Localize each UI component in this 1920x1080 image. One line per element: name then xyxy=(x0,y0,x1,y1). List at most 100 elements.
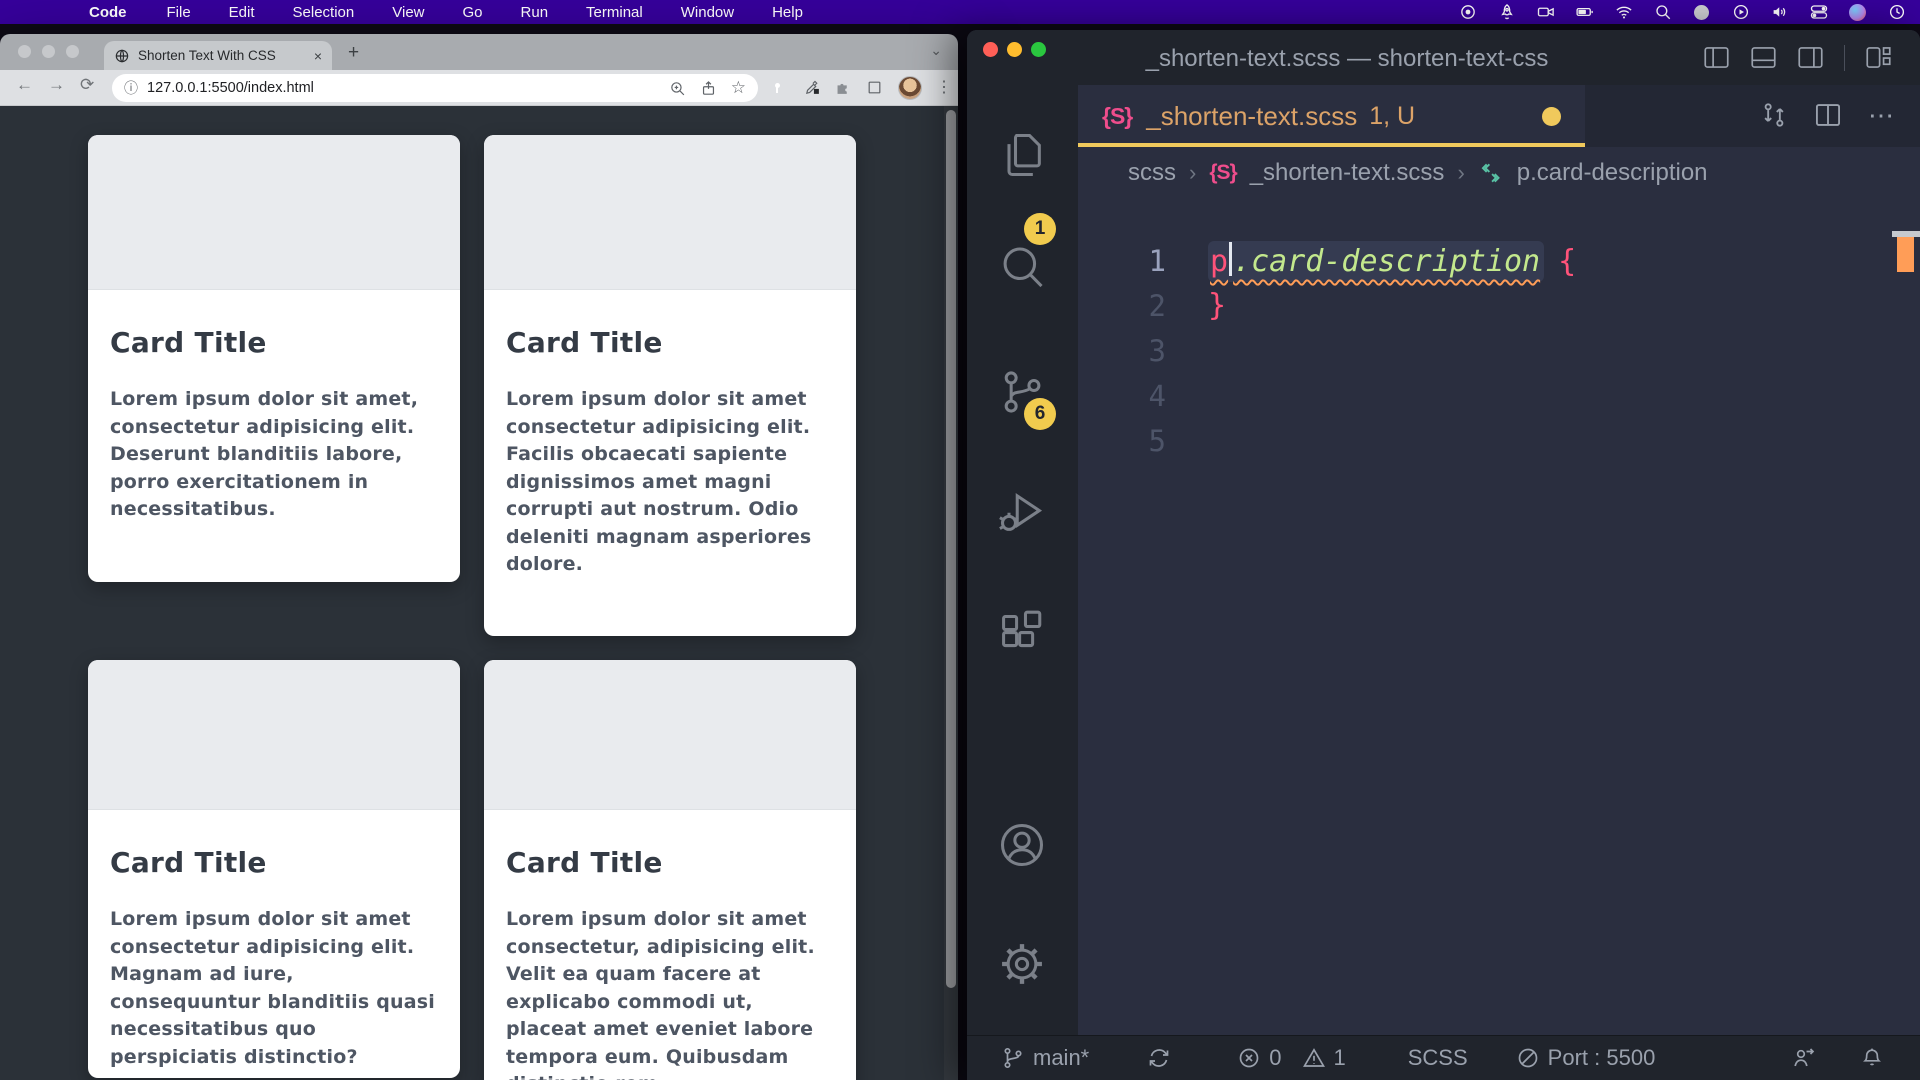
problems-status[interactable]: 0 1 xyxy=(1237,1045,1346,1071)
language-mode-status[interactable]: SCSS xyxy=(1408,1045,1468,1071)
tab-strip-chevron-icon[interactable]: ⌄ xyxy=(930,42,942,59)
line-number: 1 xyxy=(1078,244,1166,278)
menu-item-file[interactable]: File xyxy=(148,4,210,21)
menu-item-go[interactable]: Go xyxy=(444,4,502,21)
menu-item-terminal[interactable]: Terminal xyxy=(567,4,662,21)
code-line[interactable]: 2 } xyxy=(1078,283,1920,328)
forward-button[interactable]: → xyxy=(48,75,65,95)
wifi-icon[interactable] xyxy=(1614,3,1633,22)
tab-problems-git-decoration: 1, U xyxy=(1369,102,1415,131)
back-button[interactable]: ← xyxy=(16,75,33,95)
menu-item-view[interactable]: View xyxy=(373,4,443,21)
video-camera-icon[interactable] xyxy=(1536,3,1555,22)
toggle-panel-icon[interactable] xyxy=(1750,44,1777,71)
editor-tab[interactable]: {S} _shorten-text.scss 1, U xyxy=(1078,85,1585,147)
clock-icon[interactable] xyxy=(1887,3,1906,22)
vscode-window: _shorten-text.scss — shorten-text-css 1 … xyxy=(967,30,1920,1080)
minimize-window-button[interactable] xyxy=(42,45,55,58)
git-branch-status[interactable]: main* xyxy=(1001,1045,1089,1071)
browser-tab[interactable]: Shorten Text With CSS × xyxy=(104,41,332,70)
battery-icon[interactable] xyxy=(1575,3,1594,22)
code-token-selector: .card-description xyxy=(1233,244,1540,279)
overview-ruler-warning-mark xyxy=(1897,237,1914,272)
bookmark-star-icon[interactable]: ☆ xyxy=(731,78,746,98)
code-line[interactable]: 1 p.card-description{ xyxy=(1078,238,1920,283)
screenshot-extension-icon[interactable] xyxy=(866,79,883,96)
sync-changes-button[interactable] xyxy=(1147,1046,1171,1070)
account-icon[interactable] xyxy=(996,819,1048,871)
spotlight-search-icon[interactable] xyxy=(1653,3,1672,22)
settings-gear-icon[interactable] xyxy=(996,938,1048,990)
extensions-puzzle-icon[interactable] xyxy=(834,79,851,96)
line-number: 5 xyxy=(1078,424,1166,458)
macos-menu-bar: Code File Edit Selection View Go Run Ter… xyxy=(0,0,1920,24)
menu-item-window[interactable]: Window xyxy=(662,4,753,21)
close-window-button[interactable] xyxy=(18,45,31,58)
code-token-close-brace: } xyxy=(1208,288,1226,323)
vscode-traffic-lights[interactable] xyxy=(983,42,1046,57)
menu-item-run[interactable]: Run xyxy=(502,4,568,21)
zoom-page-icon[interactable] xyxy=(669,80,686,97)
rocket-icon[interactable] xyxy=(1497,3,1516,22)
scrollbar-thumb[interactable] xyxy=(946,110,956,988)
split-editor-icon[interactable] xyxy=(1814,101,1842,129)
run-debug-icon[interactable] xyxy=(996,485,1048,537)
scrollbar-track[interactable] xyxy=(944,106,958,1080)
browser-window: Shorten Text With CSS × + ⌄ ← → ⟳ ⓘ 127.… xyxy=(0,34,958,1080)
code-line[interactable]: 5 xyxy=(1078,418,1920,463)
errors-icon xyxy=(1237,1046,1261,1070)
vscode-title-bar: _shorten-text.scss — shorten-text-css xyxy=(967,30,1920,85)
sass-file-icon: {S} xyxy=(1209,161,1236,185)
eyedropper-extension-icon[interactable] xyxy=(804,79,821,96)
breadcrumb-file[interactable]: _shorten-text.scss xyxy=(1250,159,1445,187)
browser-traffic-lights[interactable] xyxy=(18,45,79,58)
zoom-window-button[interactable] xyxy=(66,45,79,58)
address-bar[interactable]: ⓘ 127.0.0.1:5500/index.html ☆ xyxy=(112,74,758,102)
share-icon[interactable] xyxy=(700,80,717,97)
explorer-icon[interactable] xyxy=(996,129,1048,181)
browser-menu-button[interactable]: ⋮ xyxy=(936,77,952,97)
play-status-icon[interactable] xyxy=(1731,3,1750,22)
menu-item-selection[interactable]: Selection xyxy=(274,4,374,21)
notifications-bell-icon[interactable] xyxy=(1860,1046,1884,1070)
tab-close-button[interactable]: × xyxy=(314,48,322,64)
customize-layout-icon[interactable] xyxy=(1865,44,1892,71)
globe-favicon xyxy=(114,48,130,64)
siri-icon[interactable] xyxy=(1848,3,1867,22)
close-window-button[interactable] xyxy=(983,42,998,57)
zoom-window-button[interactable] xyxy=(1031,42,1046,57)
menu-item-code[interactable]: Code xyxy=(68,4,148,21)
source-control-badge: 6 xyxy=(1024,398,1056,430)
reload-button[interactable]: ⟳ xyxy=(80,75,94,95)
screen-record-icon[interactable] xyxy=(1458,3,1477,22)
feedback-icon[interactable] xyxy=(1792,1046,1816,1070)
activity-bar: 1 6 xyxy=(967,85,1078,1065)
code-line[interactable]: 4 xyxy=(1078,373,1920,418)
volume-icon[interactable] xyxy=(1770,3,1789,22)
new-tab-button[interactable]: + xyxy=(348,42,359,64)
code-line[interactable]: 3 xyxy=(1078,328,1920,373)
sync-icon xyxy=(1147,1046,1171,1070)
unsaved-changes-dot[interactable] xyxy=(1542,107,1561,126)
card: Card Title Lorem ipsum dolor sit amet co… xyxy=(88,660,460,1078)
breadcrumb-symbol[interactable]: p.card-description xyxy=(1517,159,1708,187)
toggle-primary-sidebar-icon[interactable] xyxy=(1703,44,1730,71)
breadcrumb-separator: › xyxy=(1457,160,1464,186)
site-info-icon[interactable]: ⓘ xyxy=(124,78,138,98)
more-actions-icon[interactable]: ⋯ xyxy=(1868,101,1894,129)
minimize-window-button[interactable] xyxy=(1007,42,1022,57)
open-changes-icon[interactable] xyxy=(1760,101,1788,129)
url-text[interactable]: 127.0.0.1:5500/index.html xyxy=(147,80,655,96)
do-not-disturb-icon[interactable] xyxy=(1692,3,1711,22)
breadcrumb-folder[interactable]: scss xyxy=(1128,159,1176,187)
search-icon[interactable] xyxy=(996,241,1048,293)
control-center-icon[interactable] xyxy=(1809,3,1828,22)
toggle-secondary-sidebar-icon[interactable] xyxy=(1797,44,1824,71)
menu-item-help[interactable]: Help xyxy=(753,4,822,21)
extensions-icon[interactable] xyxy=(996,607,1048,659)
symbol-selector-icon xyxy=(1478,160,1504,186)
menu-item-edit[interactable]: Edit xyxy=(210,4,274,21)
code-editor[interactable]: 1 p.card-description{ 2 } 3 4 5 xyxy=(1078,199,1920,463)
live-server-port-status[interactable]: Port : 5500 xyxy=(1516,1045,1656,1071)
profile-avatar[interactable] xyxy=(898,76,922,100)
